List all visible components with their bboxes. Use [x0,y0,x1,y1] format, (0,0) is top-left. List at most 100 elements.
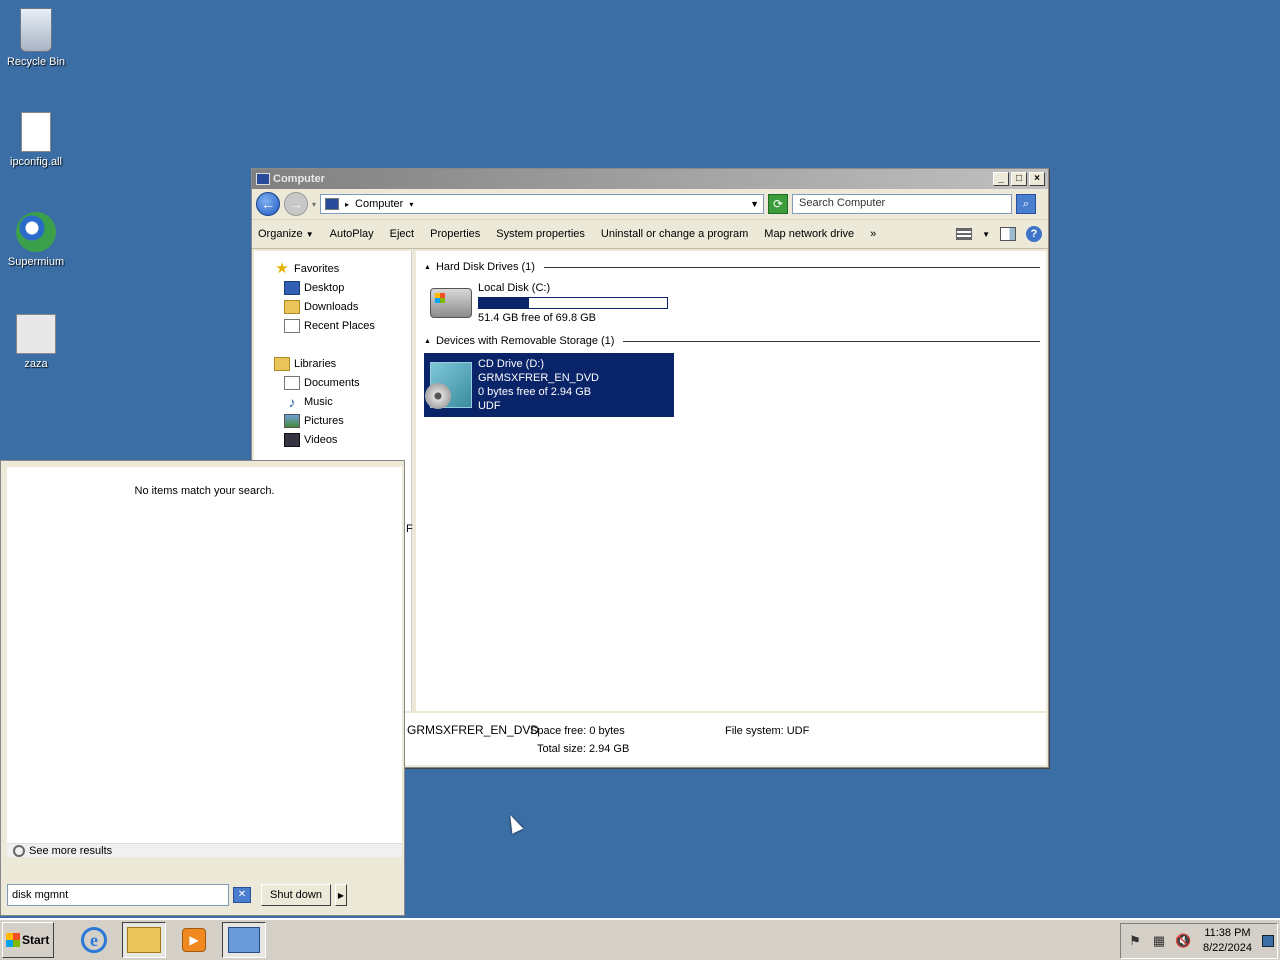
desktop-icon-label: Supermium [7,256,65,268]
desktop-icon-supermium[interactable]: Supermium [0,212,72,268]
nav-label: Favorites [294,262,340,275]
desktop-icon-ipconfig[interactable]: ipconfig.all [0,112,72,168]
clock[interactable]: 11:38 PM 8/22/2024 [1203,926,1252,956]
address-history-dropdown[interactable]: ▼ [750,199,759,209]
more-commands-button[interactable]: » [870,228,876,240]
breadcrumb-computer[interactable]: Computer [355,198,403,210]
details-file-system: File system: UDF [725,725,810,737]
nav-music[interactable]: ♪ Music [254,392,411,411]
clock-date: 8/22/2024 [1203,942,1252,954]
cd-drive-icon [425,362,472,409]
minimize-button[interactable]: _ [993,172,1009,186]
nav-pictures[interactable]: Pictures [254,411,411,430]
eject-button[interactable]: Eject [390,228,414,240]
folder-icon [127,927,161,953]
see-more-results-link[interactable]: See more results [7,843,402,857]
drive-local-disk-c[interactable]: Local Disk (C:) 51.4 GB free of 69.8 GB [424,277,674,329]
music-icon: ♪ [288,393,296,410]
nav-favorites[interactable]: ★ Favorites [254,259,411,278]
back-button[interactable]: ← [256,192,280,216]
see-more-label: See more results [29,844,113,857]
shut-down-button[interactable]: Shut down [261,884,331,906]
group-header-hard-disks[interactable]: ▲ Hard Disk Drives (1) [424,257,1040,277]
close-button[interactable]: × [1029,172,1045,186]
search-icon[interactable]: ⌕ [1016,194,1037,214]
taskbar-explorer[interactable] [122,922,166,958]
title-bar[interactable]: Computer _ □ × [252,169,1048,189]
start-button[interactable]: Start [2,922,54,958]
nav-desktop[interactable]: Desktop [254,278,411,297]
start-search-input[interactable]: disk mgmnt [7,884,229,906]
preview-pane-icon[interactable] [1000,227,1016,241]
collapse-icon: ▲ [424,337,431,345]
forward-button[interactable]: → [284,192,308,216]
nav-label: Libraries [294,357,337,370]
volume-muted-icon[interactable]: 🔇 [1175,933,1191,949]
documents-icon [284,375,300,390]
nav-label: Music [304,395,333,408]
collapse-icon: ▲ [424,263,431,271]
recent-pages-dropdown[interactable]: ▾ [312,200,316,209]
start-label: Start [22,933,50,947]
taskbar: Start e ▶ ⚑ ▦ 🔇 11:38 PM 8/22/2024 [0,918,1280,960]
command-bar: Organize ▼ AutoPlay Eject Properties Sys… [252,219,1048,249]
organize-label: Organize [258,228,303,240]
search-input[interactable]: Search Computer [792,194,1013,214]
start-menu: No items match your search. See more res… [0,460,405,916]
refresh-button[interactable]: ⟳ [768,194,789,214]
drive-cd-d[interactable]: CD Drive (D:) GRMSXFRER_EN_DVD 0 bytes f… [424,353,674,417]
drive-file-system: UDF [477,400,501,412]
maximize-button[interactable]: □ [1011,172,1027,186]
nav-videos[interactable]: Videos [254,430,411,449]
properties-button[interactable]: Properties [430,228,480,240]
text-file-icon [21,112,51,152]
address-bar: ← → ▾ ▸ Computer ▾ ▼ ⟳ Search Computer ⌕ [252,189,1048,219]
magnifier-icon [13,844,25,857]
breadcrumb-dropdown-icon[interactable]: ▾ [409,200,413,209]
drive-name: CD Drive (D:) GRMSXFRER_EN_DVD [477,358,600,384]
nav-recent-places[interactable]: Recent Places [254,316,411,335]
settings-gear-icon [16,314,56,354]
internet-explorer-icon: e [81,927,107,953]
nav-downloads[interactable]: Downloads [254,297,411,316]
details-space-free: Space free: 0 bytes [530,725,625,737]
uninstall-program-button[interactable]: Uninstall or change a program [601,228,748,240]
windows-flag-icon [6,933,20,947]
nav-truncated-label: F [406,523,413,535]
taskbar-server-manager[interactable] [222,922,266,958]
desktop-icon-recycle-bin[interactable]: Recycle Bin [0,8,72,68]
mouse-cursor-icon [504,812,524,834]
nav-documents[interactable]: Documents [254,373,411,392]
autoplay-button[interactable]: AutoPlay [330,228,374,240]
taskbar-internet-explorer[interactable]: e [72,922,116,958]
desktop-icon-label: Recycle Bin [6,56,66,68]
address-field[interactable]: ▸ Computer ▾ ▼ [320,194,765,214]
action-center-flag-icon[interactable]: ⚑ [1127,933,1143,949]
taskbar-media-player[interactable]: ▶ [172,922,216,958]
change-view-icon[interactable] [956,228,973,240]
videos-icon [284,432,300,447]
breadcrumb-arrow-icon[interactable]: ▸ [345,200,349,209]
browser-icon [16,212,56,252]
recent-places-icon [284,318,300,333]
media-player-icon: ▶ [182,928,206,952]
details-total-size: Total size: 2.94 GB [537,743,630,755]
nav-libraries[interactable]: Libraries [254,354,411,373]
clear-search-icon[interactable]: ✕ [233,887,251,903]
help-icon[interactable]: ? [1026,226,1042,242]
desktop-icon-zaza[interactable]: zaza [0,314,72,370]
system-properties-button[interactable]: System properties [496,228,585,240]
hard-drive-icon [430,288,472,318]
organize-button[interactable]: Organize ▼ [258,228,314,240]
shutdown-options-arrow-icon[interactable]: ▶ [334,884,347,906]
clock-time: 11:38 PM [1204,927,1251,939]
computer-icon [256,173,270,185]
group-header-removable[interactable]: ▲ Devices with Removable Storage (1) [424,331,1040,351]
view-options-dropdown[interactable]: ▼ [982,230,990,239]
show-desktop-icon[interactable] [1261,935,1274,947]
nav-label: Documents [304,376,360,389]
network-icon[interactable]: ▦ [1151,933,1167,949]
nav-label: Recent Places [304,319,375,332]
server-manager-icon [228,927,260,953]
map-network-drive-button[interactable]: Map network drive [764,228,854,240]
